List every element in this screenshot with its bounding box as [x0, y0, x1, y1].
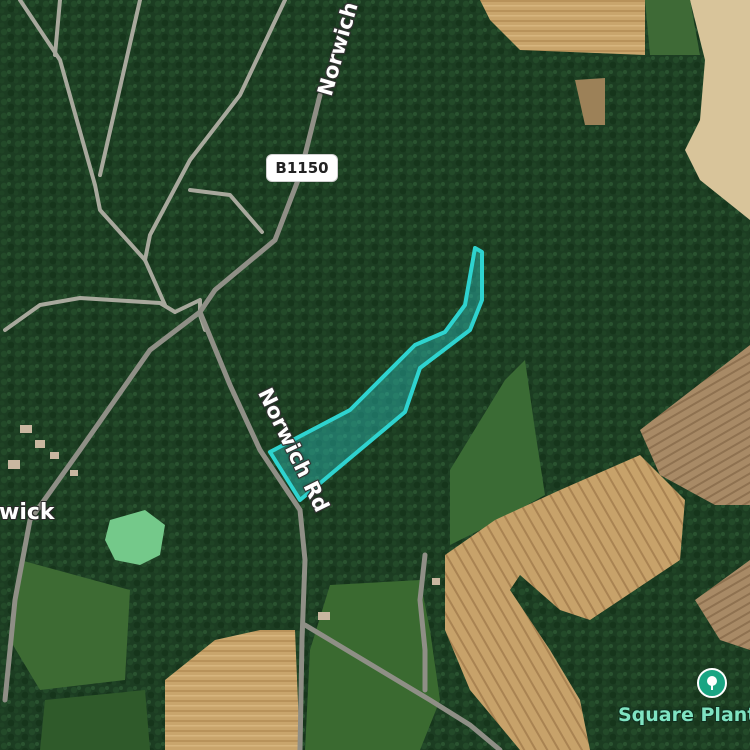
place-label: wick	[0, 500, 55, 525]
tree-icon[interactable]	[697, 668, 727, 698]
road-shield-b1150: B1150	[267, 155, 337, 181]
poi-label-square-plant[interactable]: Square Plant	[618, 704, 750, 726]
satellite-map[interactable]	[0, 0, 750, 750]
meadow-lower-left	[40, 690, 150, 750]
